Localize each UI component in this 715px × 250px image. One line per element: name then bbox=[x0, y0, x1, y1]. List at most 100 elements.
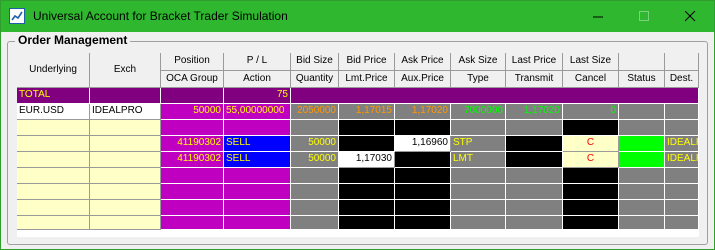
close-button[interactable] bbox=[668, 1, 714, 32]
underlying-cell[interactable]: EUR.USD bbox=[17, 104, 90, 120]
header-lmt-price[interactable]: Lmt.Price bbox=[339, 71, 395, 88]
blank-row-cell bbox=[619, 184, 665, 200]
stp-oca-group[interactable]: 41190302 bbox=[161, 136, 224, 152]
lmt-quantity[interactable]: 50000 bbox=[291, 152, 339, 168]
close-icon bbox=[685, 11, 696, 22]
minimize-icon bbox=[593, 16, 603, 18]
blank-row-cell bbox=[665, 216, 699, 230]
total-exch-cell bbox=[90, 88, 161, 104]
bid-price-value: 1,17015 bbox=[339, 104, 395, 120]
blank-row-cell bbox=[665, 168, 699, 184]
stp-quantity[interactable]: 50000 bbox=[291, 136, 339, 152]
lmt-status-indicator bbox=[619, 152, 665, 168]
blank-row-cell bbox=[563, 200, 619, 216]
blank-row-cell[interactable] bbox=[17, 168, 90, 184]
maximize-button[interactable] bbox=[622, 1, 668, 32]
header-type[interactable]: Type bbox=[451, 71, 506, 88]
header-blank-2 bbox=[665, 53, 699, 71]
blank-row-cell bbox=[619, 168, 665, 184]
total-row-filler bbox=[291, 88, 699, 104]
blank-row-cell bbox=[224, 200, 291, 216]
stp-transmit-cell[interactable] bbox=[506, 136, 563, 152]
position-value: 50000 bbox=[161, 104, 224, 120]
header-last-price[interactable]: Last Price bbox=[506, 53, 563, 71]
header-status[interactable]: Status bbox=[619, 71, 665, 88]
minimize-button[interactable] bbox=[576, 1, 622, 32]
blank-row-cell bbox=[506, 168, 563, 184]
header-action[interactable]: Action bbox=[224, 71, 291, 88]
lmt-exch-cell[interactable] bbox=[90, 152, 161, 168]
blank-row-cell bbox=[665, 200, 699, 216]
blank-row-cell[interactable] bbox=[90, 168, 161, 184]
stp-cancel-button[interactable]: C bbox=[563, 136, 619, 152]
empty-dest-cell bbox=[665, 120, 699, 136]
blank-row-cell bbox=[619, 216, 665, 230]
header-transmit[interactable]: Transmit bbox=[506, 71, 563, 88]
empty-action-cell bbox=[224, 120, 291, 136]
stp-type[interactable]: STP bbox=[451, 136, 506, 152]
header-exch[interactable]: Exch bbox=[90, 53, 161, 88]
blank-row-cell bbox=[291, 200, 339, 216]
blank-row-cell bbox=[451, 168, 506, 184]
chart-app-icon bbox=[9, 8, 25, 24]
blank-row-cell[interactable] bbox=[90, 200, 161, 216]
header-oca-group[interactable]: OCA Group bbox=[161, 71, 224, 88]
blank-row-cell bbox=[339, 184, 395, 200]
blank-row-cell bbox=[451, 200, 506, 216]
blank-row-cell bbox=[619, 200, 665, 216]
header-position[interactable]: Position bbox=[161, 53, 224, 71]
pl-value: 55,00000000 bbox=[224, 104, 291, 120]
header-cancel[interactable]: Cancel bbox=[563, 71, 619, 88]
lmt-type[interactable]: LMT bbox=[451, 152, 506, 168]
blank-row-cell[interactable] bbox=[17, 200, 90, 216]
empty-underlying-cell[interactable] bbox=[17, 120, 90, 136]
last-size-value: 0 bbox=[563, 104, 619, 120]
header-bid-price[interactable]: Bid Price bbox=[339, 53, 395, 71]
header-dest[interactable]: Dest. bbox=[665, 71, 699, 88]
empty-type-cell bbox=[451, 120, 506, 136]
blank-row-cell bbox=[451, 216, 506, 230]
blank-row-cell[interactable] bbox=[17, 216, 90, 230]
header-pl[interactable]: P / L bbox=[224, 53, 291, 71]
lmt-underlying-cell[interactable] bbox=[17, 152, 90, 168]
lmt-action[interactable]: SELL bbox=[224, 152, 291, 168]
app-window: Universal Account for Bracket Trader Sim… bbox=[0, 0, 715, 250]
exch-cell[interactable]: IDEALPRO bbox=[90, 104, 161, 120]
group-label: Order Management bbox=[15, 33, 131, 48]
empty-status-cell bbox=[619, 120, 665, 136]
empty-exch-cell[interactable] bbox=[90, 120, 161, 136]
lmt-oca-group[interactable]: 41190302 bbox=[161, 152, 224, 168]
stp-exch-cell[interactable] bbox=[90, 136, 161, 152]
stp-dest[interactable]: IDEALPRO bbox=[665, 136, 699, 152]
header-aux-price[interactable]: Aux.Price bbox=[395, 71, 451, 88]
blank-row-cell bbox=[395, 200, 451, 216]
blank-row-cell[interactable] bbox=[90, 184, 161, 200]
title-bar[interactable]: Universal Account for Bracket Trader Sim… bbox=[1, 1, 714, 32]
lmt-transmit-cell[interactable] bbox=[506, 152, 563, 168]
blank-row-cell bbox=[291, 216, 339, 230]
stp-underlying-cell[interactable] bbox=[17, 136, 90, 152]
blank-row-cell bbox=[339, 216, 395, 230]
lmt-cancel-button[interactable]: C bbox=[563, 152, 619, 168]
header-quantity[interactable]: Quantity bbox=[291, 71, 339, 88]
stp-action[interactable]: SELL bbox=[224, 136, 291, 152]
ask-price-value: 1,17020 bbox=[395, 104, 451, 120]
empty-lmt-cell bbox=[339, 120, 395, 136]
blank-row-cell bbox=[161, 168, 224, 184]
header-last-size[interactable]: Last Size bbox=[563, 53, 619, 71]
blank-row-cell bbox=[161, 184, 224, 200]
blank-row-cell[interactable] bbox=[17, 184, 90, 200]
blank-row-cell bbox=[291, 168, 339, 184]
lmt-aux-cell[interactable] bbox=[395, 152, 451, 168]
blank-row-cell[interactable] bbox=[90, 216, 161, 230]
stp-lmt-cell[interactable] bbox=[339, 136, 395, 152]
blank-row-cell bbox=[506, 200, 563, 216]
header-ask-size[interactable]: Ask Size bbox=[451, 53, 506, 71]
empty-oca-cell bbox=[161, 120, 224, 136]
lmt-dest[interactable]: IDEALPRO bbox=[665, 152, 699, 168]
header-ask-price[interactable]: Ask Price bbox=[395, 53, 451, 71]
stp-aux-price[interactable]: 1,16960 bbox=[395, 136, 451, 152]
lmt-price[interactable]: 1,17030 bbox=[339, 152, 395, 168]
header-bid-size[interactable]: Bid Size bbox=[291, 53, 339, 71]
header-underlying[interactable]: Underlying bbox=[17, 53, 90, 88]
